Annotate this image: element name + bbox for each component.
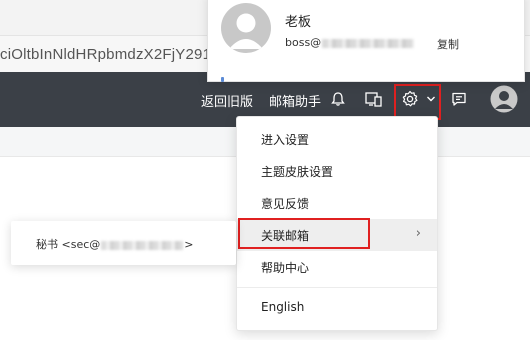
menu-item-label: 意见反馈 [261, 197, 310, 211]
copy-email-button[interactable]: 复制 [437, 36, 459, 52]
menu-item-label: 进入设置 [261, 133, 310, 147]
menu-item-help-center[interactable]: 帮助中心 [237, 251, 437, 283]
card-accent [221, 77, 224, 82]
menu-item-feedback[interactable]: 意见反馈 [237, 187, 437, 219]
menu-item-label: 主题皮肤设置 [261, 165, 334, 179]
profile-name: 老板 [285, 15, 312, 30]
devices-icon[interactable] [361, 86, 387, 112]
return-old-version-link[interactable]: 返回旧版 [201, 91, 253, 110]
menu-divider [237, 287, 437, 288]
gear-highlight-box [394, 84, 441, 120]
menu-item-label: English [261, 300, 305, 314]
menu-item-label: 帮助中心 [261, 261, 310, 275]
profile-email: boss@ [285, 36, 418, 49]
bell-icon[interactable] [325, 86, 351, 112]
profile-email-prefix: boss@ [285, 36, 322, 49]
profile-card: 老板 boss@ 复制 [207, 0, 525, 82]
menu-item-enter-settings[interactable]: 进入设置 [237, 123, 437, 155]
linked-mailbox-email-close: > [184, 238, 194, 251]
message-icon[interactable] [446, 86, 472, 112]
profile-avatar-icon [221, 3, 271, 53]
linked-mailbox-flyout[interactable]: 秘书 <sec@ > [11, 221, 236, 265]
chevron-right-icon: › [415, 226, 421, 241]
url-text: ciOltbInNldHRpbmdzX2FjY291b [0, 46, 220, 63]
linked-mailbox-entry[interactable]: 秘书 <sec@ > [36, 236, 193, 252]
avatar-icon[interactable] [489, 84, 519, 114]
menu-item-english[interactable]: English [237, 292, 437, 324]
mail-assistant-link[interactable]: 邮箱助手 [269, 91, 321, 110]
linked-mailbox-name: 秘书 [36, 238, 58, 251]
redacted-email [101, 240, 184, 250]
menu-item-theme-skin[interactable]: 主题皮肤设置 [237, 155, 437, 187]
redacted-email [322, 38, 415, 48]
linked-mailbox-highlight-box [238, 218, 370, 249]
linked-mailbox-email-open: <sec@ [61, 238, 101, 251]
